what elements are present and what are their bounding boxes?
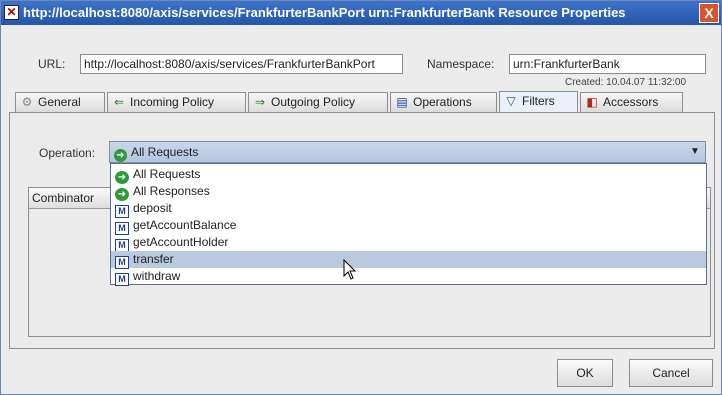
- window-title: http://localhost:8080/axis/services/Fran…: [23, 5, 626, 20]
- url-field[interactable]: http://localhost:8080/axis/services/Fran…: [80, 54, 403, 74]
- filter-icon: ▽: [506, 94, 516, 108]
- operations-icon: ▤: [396, 95, 408, 109]
- accessor-icon: ◧: [586, 95, 598, 109]
- chevron-down-icon[interactable]: ▼: [685, 142, 705, 162]
- outgoing-icon: ⇒: [254, 95, 266, 109]
- operation-selected-value: All Requests: [131, 145, 199, 159]
- close-button[interactable]: X: [699, 3, 719, 23]
- namespace-field[interactable]: urn:FrankfurterBank: [509, 54, 706, 74]
- option-get-account-holder[interactable]: MgetAccountHolder: [111, 234, 706, 252]
- operation-combobox[interactable]: ➜ All Requests ▼: [109, 141, 706, 163]
- url-label: URL:: [38, 57, 66, 71]
- tab-operations[interactable]: ▤ Operations: [390, 92, 497, 112]
- mouse-cursor-icon: [343, 259, 357, 280]
- request-icon: ➜: [114, 149, 127, 162]
- ok-button[interactable]: OK: [557, 359, 613, 387]
- option-get-account-balance[interactable]: MgetAccountBalance: [111, 217, 706, 235]
- option-transfer[interactable]: Mtransfer: [111, 251, 706, 269]
- incoming-icon: ⇐: [113, 95, 125, 109]
- cancel-button[interactable]: Cancel: [629, 359, 713, 387]
- option-all-responses[interactable]: ➜ All Responses: [111, 183, 706, 201]
- resource-properties-window: ✕ http://localhost:8080/axis/services/Fr…: [0, 0, 722, 395]
- tab-filters[interactable]: ▽ Filters: [499, 91, 578, 112]
- option-withdraw[interactable]: Mwithdraw: [111, 268, 706, 286]
- option-all-requests[interactable]: ➜ All Requests: [111, 166, 706, 184]
- tab-general[interactable]: ⚙ General: [15, 92, 105, 112]
- combinator-header: Combinator: [29, 188, 108, 209]
- title-bar[interactable]: ✕ http://localhost:8080/axis/services/Fr…: [1, 1, 721, 25]
- operation-dropdown-list: ➜ All Requests ➜ All Responses Mdeposit Mg…: [110, 163, 707, 286]
- tab-outgoing-policy[interactable]: ⇒ Outgoing Policy: [248, 92, 388, 112]
- app-icon: ✕: [4, 5, 19, 20]
- operation-label: Operation:: [39, 146, 96, 160]
- created-timestamp: Created: 10.04.07 11:32:00: [565, 77, 687, 88]
- option-deposit[interactable]: Mdeposit: [111, 200, 706, 218]
- tab-incoming-policy[interactable]: ⇐ Incoming Policy: [107, 92, 246, 112]
- namespace-label: Namespace:: [427, 57, 495, 71]
- tab-accessors[interactable]: ◧ Accessors: [580, 92, 683, 112]
- gear-icon: ⚙: [21, 95, 33, 109]
- operation-icon: M: [115, 273, 129, 286]
